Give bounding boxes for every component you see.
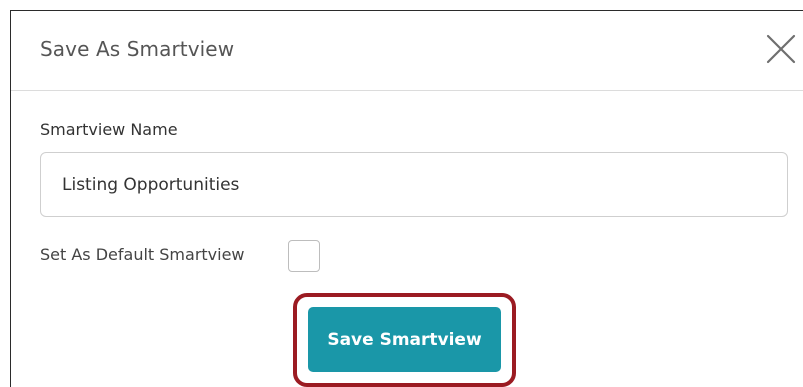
save-smartview-dialog: Save As Smartview Smartview Name Set As …	[10, 10, 803, 387]
smartview-name-label: Smartview Name	[40, 120, 178, 139]
set-default-checkbox[interactable]	[288, 240, 320, 272]
smartview-name-input[interactable]	[40, 152, 788, 217]
set-default-label: Set As Default Smartview	[40, 245, 245, 264]
dialog-body: Smartview Name Set As Default Smartview …	[11, 91, 803, 387]
save-smartview-button[interactable]: Save Smartview	[308, 307, 501, 372]
dialog-header: Save As Smartview	[11, 11, 803, 91]
close-icon[interactable]	[763, 31, 799, 67]
dialog-title: Save As Smartview	[40, 37, 235, 61]
